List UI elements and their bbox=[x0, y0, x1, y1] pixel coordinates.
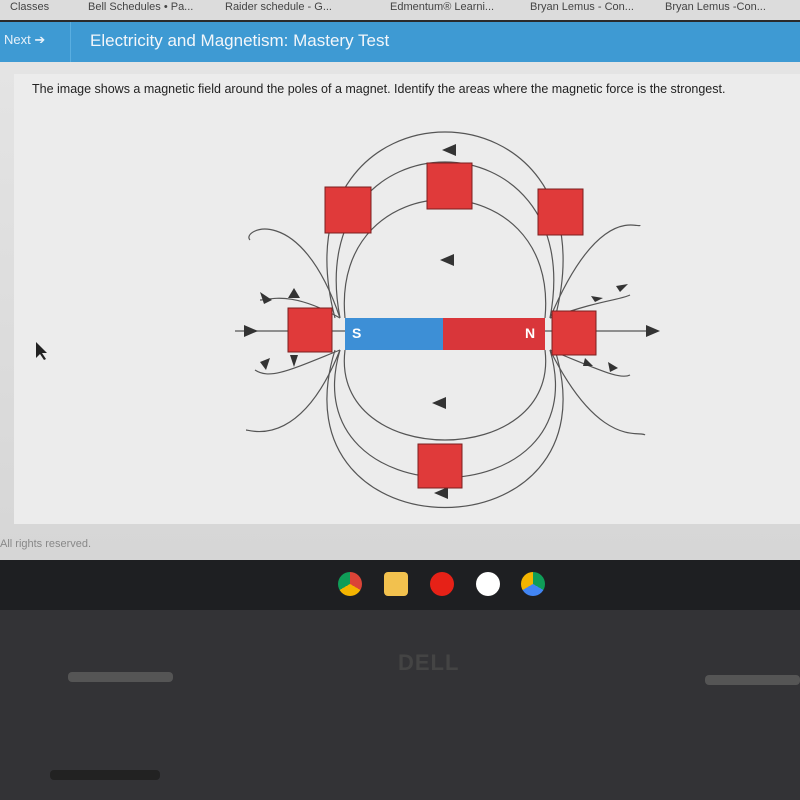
south-label: S bbox=[352, 325, 361, 341]
answer-target-top[interactable] bbox=[426, 162, 473, 210]
magnetic-field-diagram: S N bbox=[36, 131, 660, 508]
arrow-icon bbox=[244, 325, 258, 337]
arrow-icon bbox=[288, 288, 300, 298]
taskbar bbox=[0, 560, 800, 610]
north-label: N bbox=[525, 325, 535, 341]
arrow-icon bbox=[290, 355, 298, 367]
arrow-icon bbox=[583, 358, 593, 366]
arrow-icon bbox=[442, 144, 456, 156]
vent bbox=[50, 770, 160, 780]
field-line bbox=[549, 349, 646, 436]
gmail-icon[interactable] bbox=[476, 572, 500, 596]
arrow-icon bbox=[440, 254, 454, 266]
youtube-icon[interactable] bbox=[430, 572, 454, 596]
arrow-icon bbox=[260, 358, 270, 370]
answer-target-top-left[interactable] bbox=[324, 186, 372, 234]
arrow-icon bbox=[434, 487, 448, 499]
answer-target-south-pole[interactable] bbox=[287, 307, 333, 353]
chrome-icon[interactable] bbox=[338, 572, 362, 596]
arrow-icon bbox=[432, 397, 446, 409]
laptop-bezel: DELL bbox=[0, 610, 800, 800]
arrow-icon bbox=[646, 325, 660, 337]
arrow-icon bbox=[591, 296, 603, 302]
hinge bbox=[705, 675, 800, 685]
arrow-icon bbox=[260, 292, 272, 304]
answer-target-north-pole[interactable] bbox=[551, 310, 597, 356]
field-line bbox=[343, 349, 547, 441]
answer-target-bottom[interactable] bbox=[417, 443, 463, 489]
arrow-icon bbox=[616, 284, 628, 292]
field-line bbox=[248, 228, 341, 319]
drive-icon[interactable] bbox=[521, 572, 545, 596]
arrow-icon bbox=[608, 362, 618, 372]
dell-logo: DELL bbox=[398, 650, 460, 675]
mouse-cursor-icon bbox=[36, 342, 47, 360]
hinge bbox=[68, 672, 173, 682]
answer-target-top-right[interactable] bbox=[537, 188, 584, 236]
files-icon[interactable] bbox=[384, 572, 408, 596]
